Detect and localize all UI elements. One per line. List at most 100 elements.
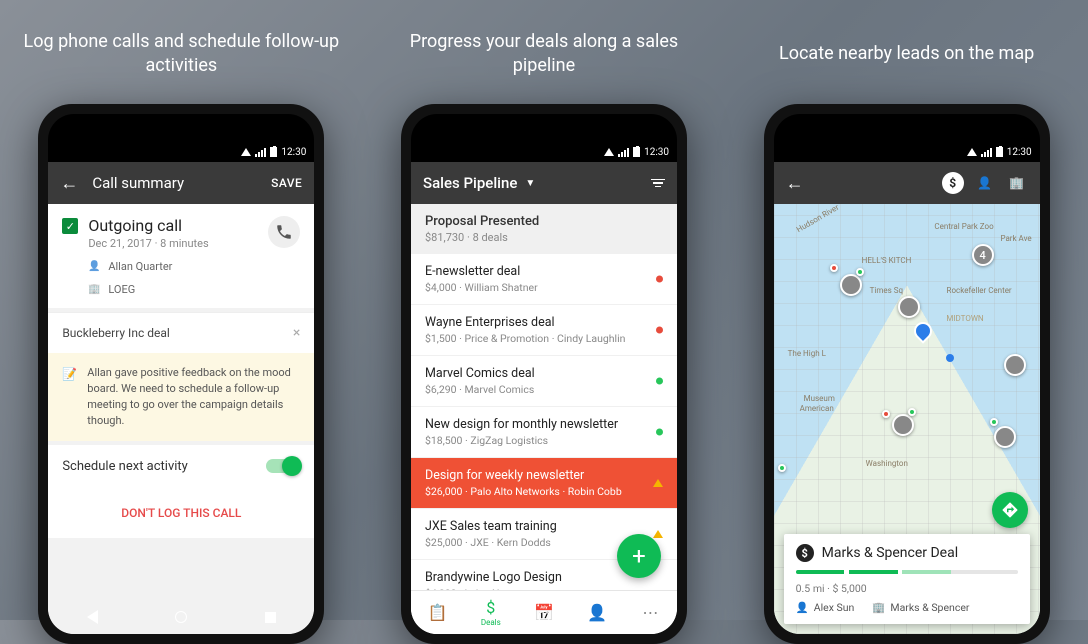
schedule-toggle[interactable] [266, 459, 300, 473]
status-bar: 12:30 [774, 142, 1040, 162]
map-pin[interactable] [994, 426, 1016, 448]
info-subtitle: 0.5 mi · $ 5,000 [796, 582, 1018, 595]
clock-text: 12:30 [281, 147, 306, 158]
money-icon: $ [796, 544, 814, 562]
android-nav [48, 604, 314, 630]
nav-recent-icon[interactable] [990, 612, 1001, 623]
deal-title: E-newsletter deal [425, 264, 663, 279]
poi-label: MIDTOWN [946, 314, 983, 323]
poi-label: American [800, 404, 834, 413]
status-dot-icon [656, 327, 663, 334]
note-icon: 📝 [62, 366, 77, 429]
deals-filter-icon[interactable]: $ [942, 172, 964, 194]
nav-home-icon[interactable] [901, 611, 913, 623]
deal-row[interactable]: E-newsletter deal$4,000 · William Shatne… [411, 254, 677, 305]
poi-label: Hudson River [795, 204, 841, 234]
status-dot-icon [653, 479, 663, 487]
map-pin-small[interactable] [830, 264, 838, 272]
deal-row[interactable]: New design for monthly newsletter$18,500… [411, 407, 677, 458]
call-button[interactable] [268, 216, 300, 248]
people-filter-icon[interactable]: 👤 [974, 172, 996, 194]
org-filter-icon[interactable]: 🏢 [1006, 172, 1028, 194]
map-pin-small[interactable] [882, 410, 890, 418]
linked-deal-row[interactable]: Buckleberry Inc deal × [48, 312, 314, 353]
poi-label: Washington [866, 459, 908, 468]
battery-icon [633, 147, 640, 157]
status-bar: 12:30 [411, 142, 677, 162]
org-row[interactable]: 🏢LOEG [62, 283, 300, 296]
user-location-pin[interactable] [910, 318, 935, 343]
map-pin[interactable] [898, 296, 920, 318]
back-icon[interactable]: ← [786, 173, 804, 194]
appbar: ← $ 👤 🏢 [774, 162, 1040, 204]
directions-fab[interactable] [992, 492, 1028, 528]
poi-label: Rockefeller Center [947, 286, 1012, 295]
status-dot-icon [656, 378, 663, 385]
status-dot-icon [653, 530, 663, 538]
checkbox-done-icon[interactable]: ✓ [62, 218, 78, 234]
map-pin-small[interactable] [990, 418, 998, 426]
contact-row[interactable]: 👤Allan Quarter [62, 260, 300, 273]
signal-triangle-icon [241, 148, 251, 156]
deal-row[interactable]: Wayne Enterprises deal$1,500 · Price & P… [411, 305, 677, 356]
panel3-headline: Locate nearby leads on the map [769, 28, 1044, 80]
person-icon: 👤 [88, 261, 100, 272]
nav-recent-icon[interactable] [265, 612, 276, 623]
poi-label: Museum [804, 394, 835, 403]
deal-title: Wayne Enterprises deal [425, 315, 663, 330]
nav-home-icon[interactable] [538, 611, 550, 623]
status-dot-icon [656, 276, 663, 283]
filter-icon[interactable] [651, 179, 665, 188]
nav-back-icon[interactable] [450, 610, 461, 624]
dropdown-chevron-icon[interactable]: ▼ [525, 178, 535, 189]
status-dot-icon [656, 429, 663, 436]
map-pin[interactable] [1004, 354, 1026, 376]
nav-back-icon[interactable] [812, 610, 823, 624]
deal-title: Design for weekly newsletter [425, 468, 663, 483]
map-pin[interactable] [840, 274, 862, 296]
cell-signal-icon [255, 148, 266, 157]
map-pin-small[interactable] [856, 268, 864, 276]
add-deal-fab[interactable]: + [617, 534, 661, 578]
cell-signal-icon [618, 148, 629, 157]
call-note[interactable]: 📝 Allan gave positive feedback on the mo… [48, 353, 314, 441]
map-pin-small[interactable] [778, 464, 786, 472]
cell-signal-icon [981, 148, 992, 157]
pipeline-dropdown[interactable]: Sales Pipeline [423, 174, 517, 192]
panel1-headline: Log phone calls and schedule follow-up a… [11, 28, 351, 80]
poi-label: Central Park Zoo [934, 222, 993, 231]
deal-row[interactable]: Design for weekly newsletter$26,000 · Pa… [411, 458, 677, 509]
status-bar: 12:30 [48, 142, 314, 162]
back-icon[interactable]: ← [60, 173, 78, 194]
deal-subtitle: $6,290 · Marvel Comics [425, 383, 663, 396]
android-nav [411, 604, 677, 630]
phone-icon [275, 223, 293, 241]
stage-title: Proposal Presented [425, 214, 663, 229]
directions-icon [1001, 501, 1019, 519]
schedule-label: Schedule next activity [62, 459, 188, 474]
signal-triangle-icon [604, 148, 614, 156]
nav-back-icon[interactable] [87, 610, 98, 624]
dont-log-button[interactable]: DON'T LOG THIS CALL [48, 488, 314, 538]
map-pin[interactable] [892, 414, 914, 436]
pipeline-progress [796, 570, 1018, 574]
remove-deal-icon[interactable]: × [293, 325, 300, 341]
save-button[interactable]: SAVE [271, 176, 302, 190]
nav-recent-icon[interactable] [627, 612, 638, 623]
phone-frame: 12:30 ← $ 👤 🏢 Hudson River Central Park … [764, 104, 1050, 644]
org-name: LOEG [108, 283, 135, 296]
note-text: Allan gave positive feedback on the mood… [87, 365, 300, 429]
panel2-headline: Progress your deals along a sales pipeli… [374, 28, 714, 80]
deal-row[interactable]: Marvel Comics deal $6,290 · Marvel Comics [411, 356, 677, 407]
appbar: ← Call summary SAVE [48, 162, 314, 204]
deal-title: Marvel Comics deal [425, 366, 663, 381]
phone-frame: 12:30 ← Call summary SAVE ✓ Outgoing cal… [38, 104, 324, 644]
schedule-next-row: Schedule next activity [48, 445, 314, 488]
poi-label: The High L [788, 349, 826, 358]
stage-header[interactable]: Proposal Presented $81,730 · 8 deals [411, 204, 677, 254]
location-dot [946, 354, 954, 362]
nav-home-icon[interactable] [175, 611, 187, 623]
map-pin-small[interactable] [908, 408, 916, 416]
cluster-pin[interactable]: 4 [972, 244, 994, 266]
appbar-title: Call summary [92, 174, 184, 192]
